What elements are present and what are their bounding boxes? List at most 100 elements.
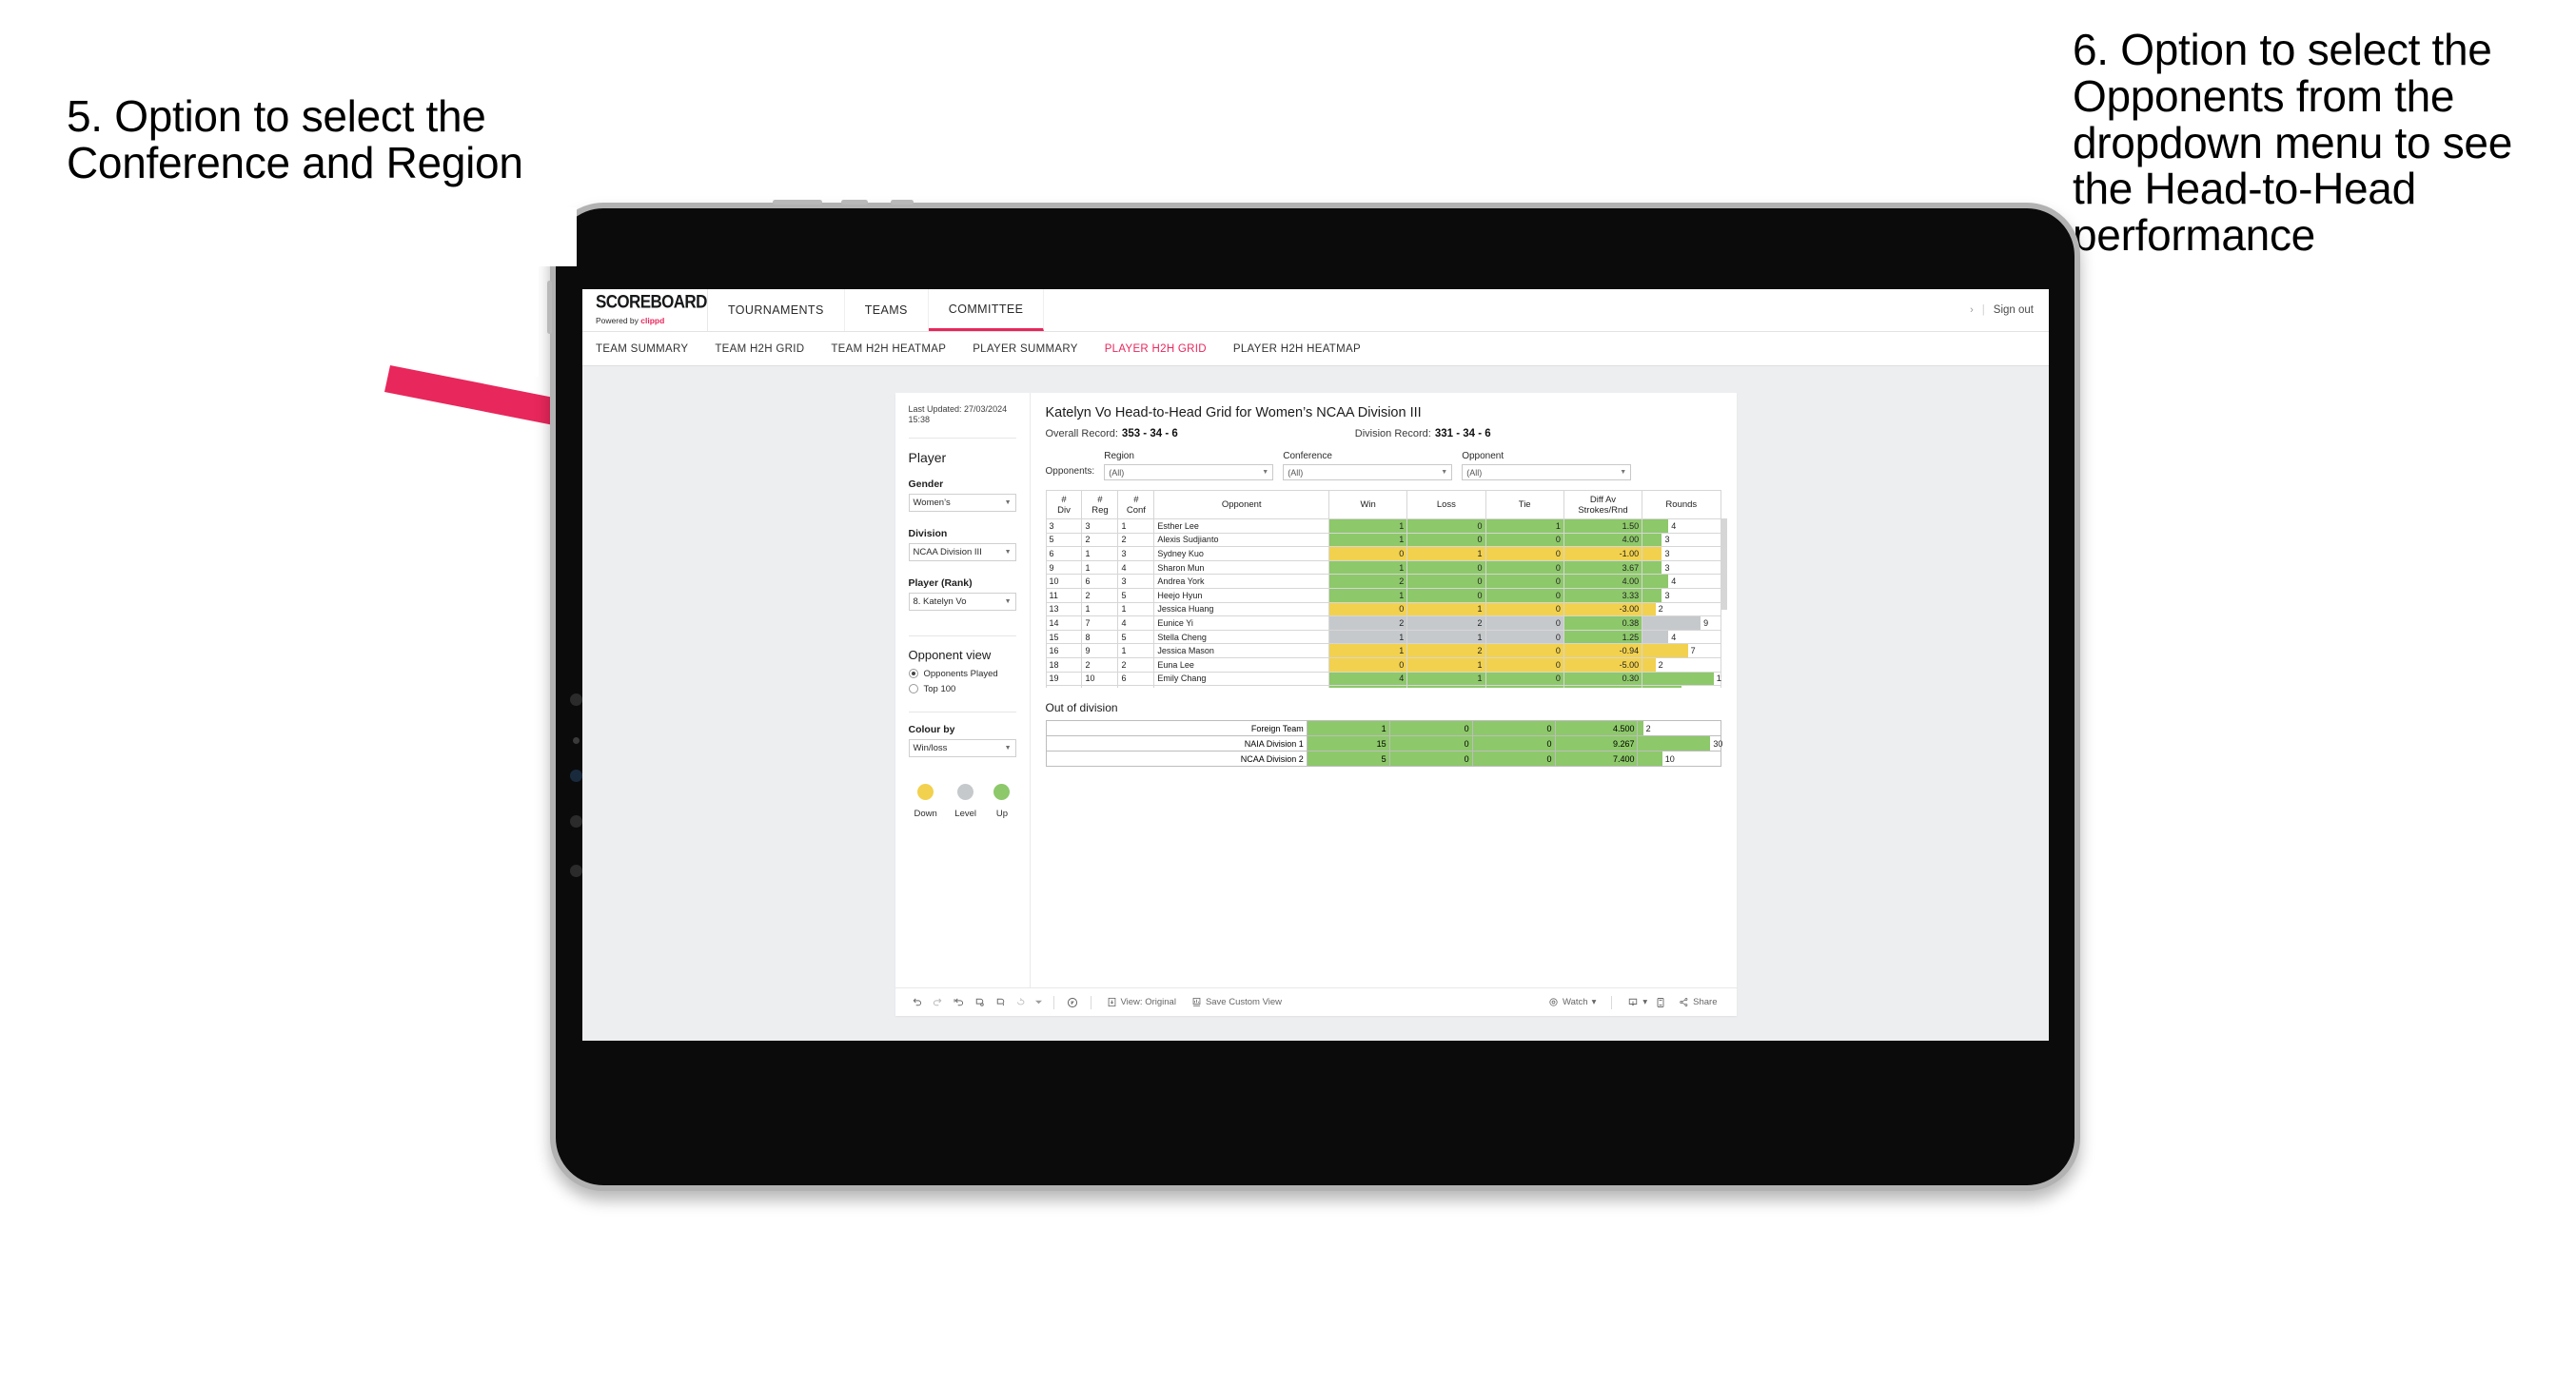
opponent-filters: Opponents: Region (All) ▼ Conference (Al… [1046, 451, 1721, 480]
viz-main-panel: Katelyn Vo Head-to-Head Grid for Women’s… [1031, 393, 1737, 987]
table-row[interactable]: 9 1 4 Sharon Mun 1 0 0 3.67 3 [1045, 559, 1721, 576]
ood-cell-name: NCAA Division 2 [1045, 751, 1308, 767]
cell-div: 9 [1045, 559, 1083, 576]
out-of-division-row[interactable]: NCAA Division 2 5 0 0 7.400 10 [1045, 751, 1721, 767]
cell-reg: 6 [1081, 574, 1119, 589]
revert-icon[interactable] [949, 996, 970, 1008]
brand-logo[interactable]: SCOREBOARD Powered by clippd [582, 289, 708, 331]
table-row[interactable]: 5 2 2 Alexis Sudjianto 1 0 0 4.00 3 [1045, 532, 1721, 548]
out-of-division-row[interactable]: Foreign Team 1 0 0 4.500 2 [1045, 720, 1721, 736]
chevron-right-icon[interactable]: › [1970, 304, 1974, 316]
save-custom-view-button[interactable]: Save Custom View [1184, 997, 1289, 1007]
nav-item-tournaments[interactable]: TOURNAMENTS [708, 289, 845, 331]
sign-out-link[interactable]: Sign out [1994, 304, 2034, 316]
player-rank-select[interactable]: 8. Katelyn Vo ▼ [908, 592, 1016, 611]
save-custom-view-label: Save Custom View [1205, 997, 1283, 1007]
table-row[interactable]: 14 7 4 Eunice Yi 2 2 0 0.38 9 [1045, 615, 1721, 631]
table-scrollbar[interactable] [1721, 518, 1727, 610]
th-tie: Tie [1485, 490, 1564, 519]
cell-rounds: 4 [1642, 629, 1721, 645]
cell-conf: 5 [1117, 587, 1155, 603]
conference-value: (All) [1288, 467, 1304, 478]
tablet-screen: SCOREBOARD Powered by clippd TOURNAMENTS… [582, 289, 2049, 1041]
pause-icon[interactable] [991, 996, 1012, 1008]
subnav-team-summary[interactable]: TEAM SUMMARY [596, 343, 701, 355]
radio-opponents-played[interactable]: Opponents Played [908, 669, 1016, 679]
overall-record-value: 353 - 34 - 6 [1121, 428, 1178, 439]
view-original-button[interactable]: View: Original [1099, 997, 1184, 1007]
share-button[interactable]: Share [1671, 997, 1724, 1007]
redo-icon[interactable] [928, 996, 949, 1008]
sub-navigation-bar: TEAM SUMMARY TEAM H2H GRID TEAM H2H HEAT… [582, 332, 2049, 366]
cell-loss: 1 [1406, 685, 1486, 688]
cell-win: 1 [1327, 559, 1408, 576]
subnav-player-h2h-heatmap[interactable]: PLAYER H2H HEATMAP [1220, 343, 1374, 355]
table-row[interactable]: 11 2 5 Heejo Hyun 1 0 0 3.33 3 [1045, 587, 1721, 603]
table-row[interactable]: 19106Emily Chang4100.3011 [1045, 671, 1721, 687]
subnav-team-h2h-grid[interactable]: TEAM H2H GRID [701, 343, 817, 355]
viz-body: Last Updated: 27/03/2024 15:38 Player Ge… [895, 393, 1737, 987]
table-row[interactable]: 6 1 3 Sydney Kuo 0 1 0 -1.00 3 [1045, 546, 1721, 561]
rounds-bar-value: 6 [1681, 686, 1689, 689]
cell-reg: 2 [1081, 532, 1119, 548]
h2h-grid-head: # Div # Reg # Conf Opponent Win Loss Tie Di… [1045, 490, 1721, 519]
overlay-sliver-left [514, 264, 539, 377]
legend-down: Down [914, 783, 937, 819]
subnav-player-summary[interactable]: PLAYER SUMMARY [959, 343, 1091, 355]
table-row[interactable]: 20117Federica Domecq Lacroze2101.33 6 [1045, 685, 1721, 689]
colour-by-label: Colour by [908, 723, 955, 735]
region-dropdown[interactable]: (All) ▼ [1104, 464, 1274, 480]
opponent-dropdown[interactable]: (All) ▼ [1462, 464, 1632, 480]
cell-conf: 6 [1117, 671, 1155, 687]
loop-icon[interactable] [1012, 996, 1032, 1008]
table-row[interactable]: 10 6 3 Andrea York 2 0 0 4.00 4 [1045, 574, 1721, 589]
division-label: Division [908, 527, 948, 539]
out-of-division-title: Out of division [1045, 701, 1118, 714]
brand-sub-name: clippd [640, 316, 665, 325]
watch-button[interactable]: Watch ▾ [1541, 997, 1603, 1007]
colour-by-value: Win/loss [913, 742, 948, 753]
colour-by-select[interactable]: Win/loss ▼ [908, 738, 1016, 757]
undo-icon[interactable] [907, 996, 928, 1008]
fullscreen-icon[interactable] [1650, 997, 1671, 1008]
table-row[interactable]: 15 8 5 Stella Cheng 1 1 0 1.25 4 [1045, 629, 1721, 645]
loop-caret-icon[interactable] [1032, 999, 1046, 1005]
out-of-division-row[interactable]: NAIA Division 1 15 0 0 9.267 30 [1045, 735, 1722, 752]
h2h-grid-scroll-area[interactable]: # Div # Reg # Conf Opponent Win Loss Tie Di… [1045, 490, 1721, 689]
nav-item-teams[interactable]: TEAMS [845, 289, 929, 331]
rounds-bar-fill [1642, 616, 1701, 630]
download-button[interactable]: ▾ [1620, 997, 1650, 1008]
out-of-division-body: Foreign Team 1 0 0 4.500 2 NAIA Division 1 15 0 0… [1045, 720, 1722, 767]
radio-top-100[interactable]: Top 100 [908, 684, 1016, 694]
division-select[interactable]: NCAA Division III ▼ [908, 542, 1016, 561]
cell-loss: 1 [1406, 629, 1486, 645]
subnav-team-h2h-heatmap[interactable]: TEAM H2H HEATMAP [817, 343, 959, 355]
subnav-player-h2h-grid[interactable]: PLAYER H2H GRID [1091, 343, 1220, 355]
conference-dropdown[interactable]: (All) ▼ [1283, 464, 1453, 480]
cell-conf: 2 [1117, 532, 1155, 548]
table-row[interactable]: 18 2 2 Euna Lee 0 1 0 -5.00 2 [1045, 656, 1721, 673]
refresh-icon[interactable] [970, 996, 991, 1008]
table-row[interactable]: 3 3 1 Esther Lee 1 0 1 1.50 4 [1045, 518, 1721, 534]
table-row[interactable]: 13 1 1 Jessica Huang 0 1 0 -3.00 2 [1045, 601, 1721, 617]
page-title: Katelyn Vo Head-to-Head Grid for Women’s… [1045, 405, 1422, 420]
division-record-label: Division Record: [1354, 428, 1431, 439]
player-rank-value: 8. Katelyn Vo [913, 595, 967, 607]
gender-select[interactable]: Women’s ▼ [908, 493, 1016, 512]
cell-tie: 0 [1485, 587, 1564, 603]
cell-opponent: Sharon Mun [1153, 559, 1329, 576]
cell-win: 0 [1327, 601, 1408, 617]
cell-opponent: Jessica Mason [1153, 643, 1329, 658]
cell-reg: 1 [1081, 546, 1119, 561]
nav-item-committee[interactable]: COMMITTEE [928, 289, 1045, 331]
pause-auto-update-icon[interactable] [1062, 996, 1083, 1009]
ood-rounds-bar-value: 10 [1664, 753, 1675, 764]
th-diff: Diff Av Strokes/Rnd [1563, 490, 1643, 519]
sidebar-heading-player: Player [908, 449, 947, 465]
cell-rounds: 9 [1642, 615, 1721, 631]
cell-tie: 0 [1485, 685, 1564, 688]
cell-loss: 1 [1406, 601, 1486, 617]
table-row[interactable]: 16 9 1 Jessica Mason 1 2 0 -0.94 7 [1045, 643, 1721, 658]
cell-reg: 2 [1081, 587, 1119, 603]
cell-reg: 8 [1081, 629, 1119, 645]
